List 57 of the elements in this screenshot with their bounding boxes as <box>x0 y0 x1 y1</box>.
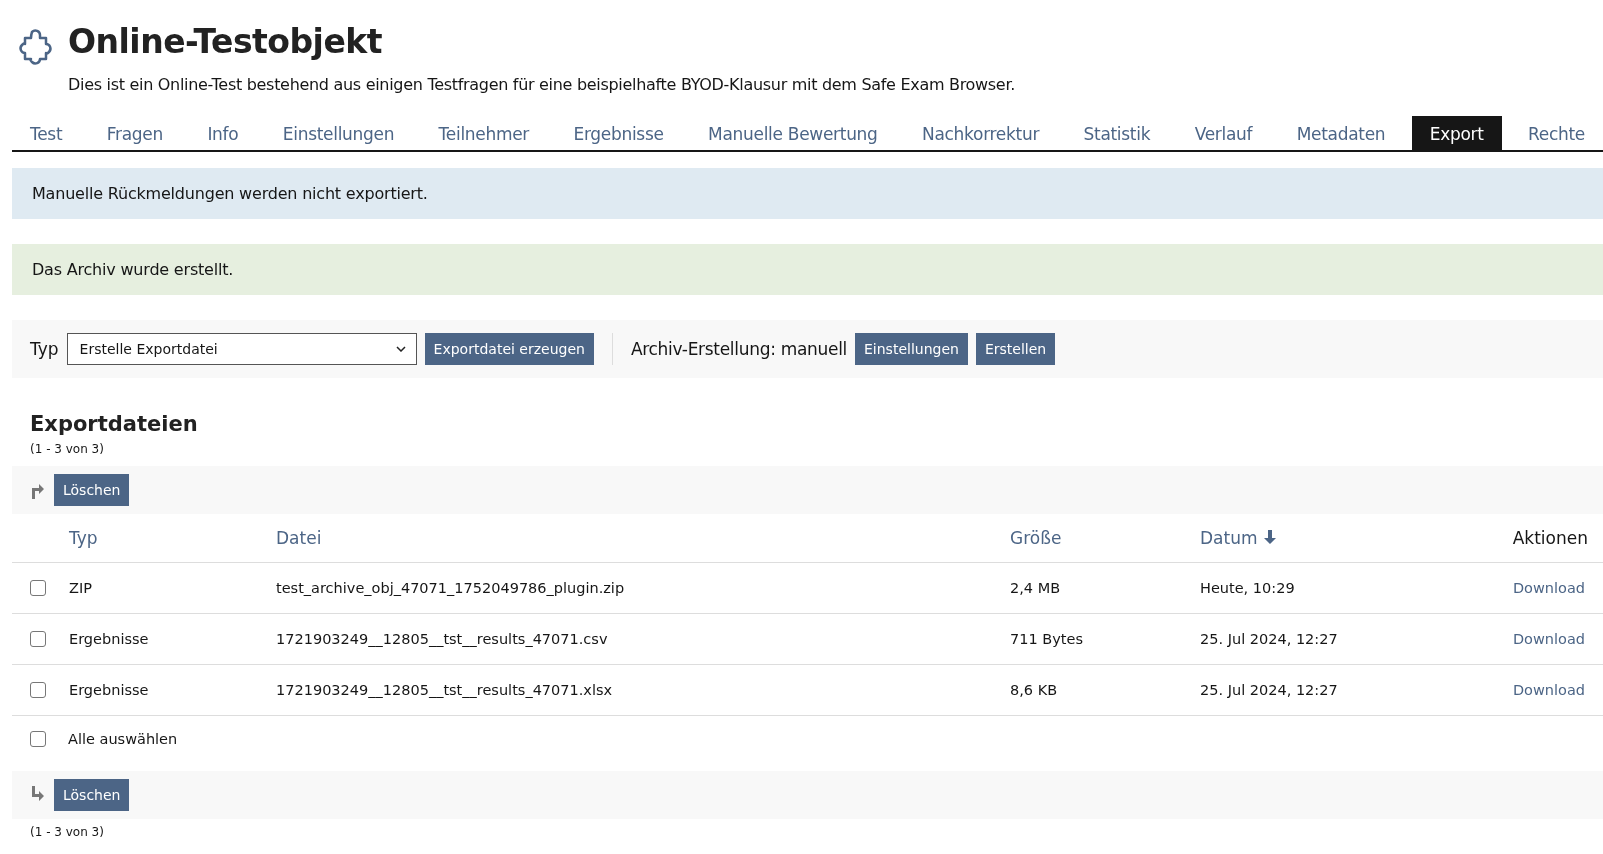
table-cell-text: ZIP <box>69 580 93 596</box>
tab[interactable]: Metadaten <box>1278 116 1404 150</box>
info-message: Manuelle Rückmeldungen werden nicht exportiert. <box>12 168 1603 219</box>
table-cell-text: 2,4 MB <box>1010 580 1062 596</box>
settings-button[interactable]: Einstellungen <box>855 333 968 365</box>
arrow-up-right-icon <box>30 481 44 499</box>
type-label: Typ <box>30 339 59 359</box>
type-select[interactable]: Erstelle Exportdatei <box>66 333 417 365</box>
tab[interactable]: Rechte <box>1510 116 1603 150</box>
tab[interactable]: Ergebnisse <box>555 116 682 150</box>
tab[interactable]: Manuelle Bewertung <box>690 116 896 150</box>
tab[interactable]: Export <box>1411 116 1502 150</box>
create-button[interactable]: Erstellen <box>975 333 1056 365</box>
select-all-label: Alle auswählen <box>68 730 178 747</box>
section-title: Exportdateien <box>30 412 199 436</box>
tab[interactable]: Info <box>189 116 257 150</box>
delete-button[interactable]: Löschen <box>54 779 130 811</box>
table-cell-text: 8,6 KB <box>1010 682 1059 698</box>
download-link[interactable]: Download <box>1512 580 1603 596</box>
row-checkbox[interactable] <box>30 631 46 647</box>
table-cell-text: Ergebnisse <box>69 631 150 647</box>
tab[interactable]: Test <box>12 116 81 150</box>
page-description: Dies ist ein Online-Test bestehend aus einigen Testfragen für eine beispielhafte BYOD-Klausur mit dem Safe Exam Browser. <box>68 75 1015 94</box>
item-count: (1 - 3 von 3) <box>30 442 105 456</box>
item-count: (1 - 3 von 3) <box>30 825 105 839</box>
sort-down-icon <box>1263 530 1276 544</box>
table-cell-text: 25. Jul 2024, 12:27 <box>1200 682 1339 698</box>
tab[interactable]: Teilnehmer <box>420 116 548 150</box>
download-link[interactable]: Download <box>1512 682 1603 698</box>
row-checkbox[interactable] <box>30 580 46 596</box>
archive-label: Archiv-Erstellung: manuell <box>630 339 847 359</box>
tab[interactable]: Verlauf <box>1176 116 1271 150</box>
table-cell-text: test_archive_obj_47071_1752049786_plugin.zip <box>276 580 626 596</box>
table-cell-text: 1721903249__12805__tst__results_47071.xlsx <box>276 682 614 698</box>
download-link[interactable]: Download <box>1512 631 1603 647</box>
table-cell-text: 25. Jul 2024, 12:27 <box>1200 631 1339 647</box>
page-title: Online-Testobjekt <box>68 22 384 61</box>
arrow-down-right-icon <box>30 786 44 804</box>
column-header[interactable]: Datum <box>1200 528 1460 548</box>
tab[interactable]: Fragen <box>88 116 181 150</box>
tab[interactable]: Nachkorrektur <box>904 116 1058 150</box>
column-header[interactable]: Datei <box>276 528 1010 548</box>
table-cell-text: Ergebnisse <box>69 682 150 698</box>
table-cell-text: 711 Bytes <box>1010 631 1084 647</box>
delete-button[interactable]: Löschen <box>54 474 130 506</box>
row-checkbox[interactable] <box>30 682 46 698</box>
tab[interactable]: Statistik <box>1065 116 1169 150</box>
create-export-button[interactable]: Exportdatei erzeugen <box>424 333 594 365</box>
column-header[interactable]: Größe <box>1010 528 1200 548</box>
column-header: Aktionen <box>1512 528 1589 548</box>
tab[interactable]: Einstellungen <box>264 116 413 150</box>
success-message: Das Archiv wurde erstellt. <box>12 244 1603 295</box>
table-cell-text: 1721903249__12805__tst__results_47071.csv <box>276 631 609 647</box>
column-header[interactable]: Typ <box>69 528 276 548</box>
select-all-checkbox[interactable] <box>30 730 46 747</box>
chevron-down-icon <box>395 346 406 352</box>
table-cell-text: Heute, 10:29 <box>1200 580 1296 596</box>
